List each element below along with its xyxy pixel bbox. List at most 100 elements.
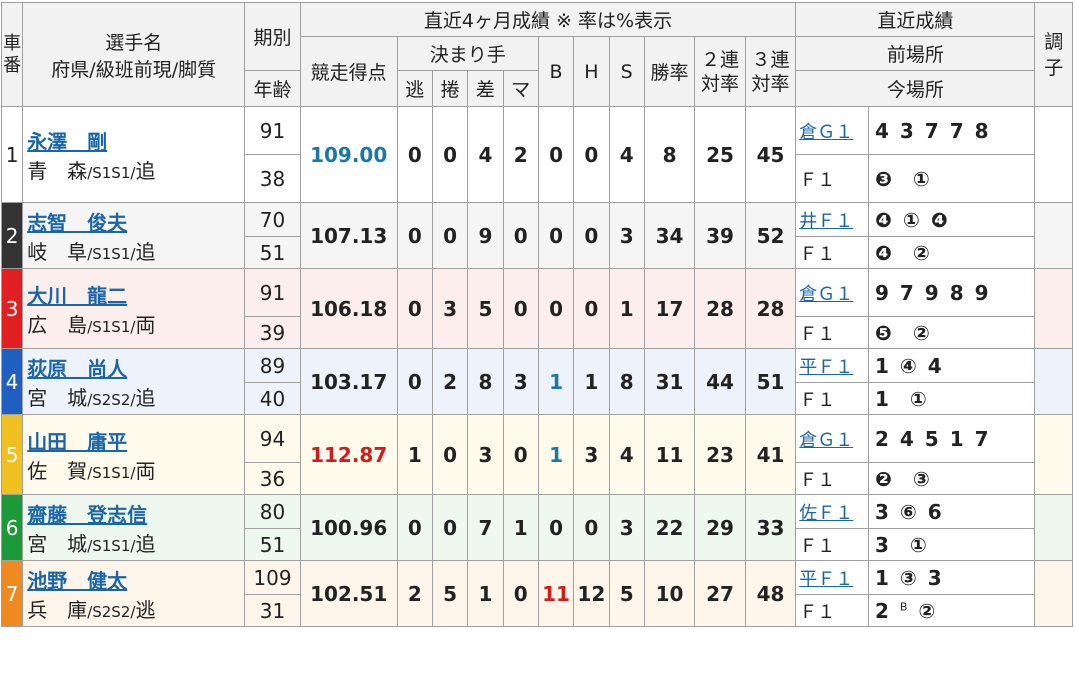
rider-term: 91 xyxy=(244,268,301,317)
rider-name-link[interactable]: 齋藤 登志信 xyxy=(27,499,244,528)
stat-makuri: 0 xyxy=(431,106,469,203)
header-win-rate: 勝率 xyxy=(643,36,696,107)
prev-venue-link[interactable]: 平Ｆ１ xyxy=(799,357,853,378)
prev-result: 3 xyxy=(874,499,890,524)
rider-info: 齋藤 登志信宮 城/S1S1/追 xyxy=(22,494,246,561)
rider-prefecture: 宮 城 xyxy=(27,531,88,556)
this-result: 2B xyxy=(874,598,909,623)
stat-win-rate: 10 xyxy=(643,560,696,627)
prev-result: 6 xyxy=(927,499,943,524)
rider-name-link[interactable]: 永澤 剛 xyxy=(27,126,244,155)
rider-style: 両 xyxy=(135,312,156,337)
rider-prefecture: 宮 城 xyxy=(27,385,88,410)
rider-name-link[interactable]: 大川 龍二 xyxy=(27,280,244,309)
prev-results: 43778 xyxy=(867,106,1036,155)
car-number: 2 xyxy=(0,202,24,269)
result-marker: B xyxy=(899,599,909,613)
rider-points: 109.00 xyxy=(299,106,398,203)
stat-s: 3 xyxy=(608,494,645,561)
stat-rentai3: 41 xyxy=(744,414,797,495)
stat-rentai2: 28 xyxy=(694,268,746,349)
rider-row: 6 齋藤 登志信宮 城/S1S1/追 80 100.96 0 0 7 1 0 0 3 22 29 33 佐Ｆ… xyxy=(0,494,1073,561)
header-rentai3: ３連対率 xyxy=(744,36,797,107)
stat-nige: 2 xyxy=(396,560,433,627)
stat-rentai2: 29 xyxy=(694,494,746,561)
rider-style: 両 xyxy=(135,458,156,483)
condition-cell xyxy=(1034,268,1073,349)
rider-name-link[interactable]: 山田 庸平 xyxy=(27,426,244,455)
rider-table: 車番 選手名 府県/級班前現/脚質 期別 直近4ヶ月成績 ※ 率は%表示 直近成… xyxy=(0,2,1073,627)
header-name-label: 選手名 xyxy=(105,31,163,54)
rider-points: 100.96 xyxy=(299,494,398,561)
stat-b: 1 xyxy=(537,414,575,495)
prev-results: 97989 xyxy=(867,268,1036,317)
prev-venue-link[interactable]: 倉Ｇ１ xyxy=(799,430,853,451)
stat-b: 0 xyxy=(537,202,575,269)
prev-result: ❹ xyxy=(930,207,949,232)
this-result: ❹ xyxy=(874,240,893,265)
stat-h: 0 xyxy=(573,494,610,561)
rider-row: 3 大川 龍二広 島/S1S1/両 91 106.18 0 3 5 0 0 0 1 17 28 28 倉Ｇ１… xyxy=(0,268,1073,349)
prev-venue-link[interactable]: 佐Ｆ１ xyxy=(799,503,853,524)
stat-ma: 0 xyxy=(502,414,539,495)
rider-style: 追 xyxy=(135,239,156,264)
this-results: ❺② xyxy=(867,316,1036,349)
prev-result: 4 xyxy=(899,426,915,451)
rider-name-link[interactable]: 志智 俊夫 xyxy=(27,207,244,236)
prev-result: ⑥ xyxy=(899,499,918,524)
prev-result: 8 xyxy=(949,280,965,305)
condition-cell xyxy=(1034,106,1073,203)
rider-points: 102.51 xyxy=(299,560,398,627)
stat-makuri: 0 xyxy=(431,202,469,269)
stat-b: 0 xyxy=(537,106,575,203)
stat-b: 0 xyxy=(537,494,575,561)
rider-age: 39 xyxy=(244,316,301,349)
rider-info: 池野 健太兵 庫/S2S2/逃 xyxy=(22,560,246,627)
prev-venue-link[interactable]: 倉Ｇ１ xyxy=(799,284,853,305)
prev-results: 1③3 xyxy=(867,560,1036,595)
header-this-venue: 今場所 xyxy=(795,70,1036,107)
rider-row: 1 永澤 剛青 森/S1S1/追 91 109.00 0 0 4 2 0 0 4 8 25 45 倉Ｇ１ 4 3… xyxy=(0,106,1073,203)
rider-term: 89 xyxy=(244,348,301,383)
this-venue: Ｆ１ xyxy=(795,382,869,415)
condition-cell xyxy=(1034,560,1073,627)
stat-s: 4 xyxy=(608,414,645,495)
stat-b: 11 xyxy=(537,560,575,627)
condition-cell xyxy=(1034,414,1073,495)
this-venue: Ｆ１ xyxy=(795,316,869,349)
prev-result: 3 xyxy=(927,565,943,590)
header-h: H xyxy=(573,36,610,107)
rider-age: 40 xyxy=(244,382,301,415)
stat-ma: 0 xyxy=(502,268,539,349)
stat-nige: 0 xyxy=(396,348,433,415)
prev-result: 7 xyxy=(974,426,990,451)
this-result: ① xyxy=(909,532,928,557)
stat-makuri: 0 xyxy=(431,414,469,495)
header-sashi: 差 xyxy=(467,70,504,107)
rider-name-link[interactable]: 池野 健太 xyxy=(27,565,244,594)
car-number: 4 xyxy=(0,348,24,415)
rider-age: 51 xyxy=(244,528,301,561)
stat-nige: 1 xyxy=(396,414,433,495)
prev-venue-link[interactable]: 井Ｆ１ xyxy=(799,211,853,232)
stat-s: 8 xyxy=(608,348,645,415)
rider-prefecture: 岐 阜 xyxy=(27,239,88,264)
stat-sashi: 5 xyxy=(467,268,504,349)
prev-results: ❹①❹ xyxy=(867,202,1036,237)
rider-row: 5 山田 庸平佐 賀/S1S1/両 94 112.87 1 0 3 0 1 3 4 11 23 41 倉Ｇ１… xyxy=(0,414,1073,495)
header-b: B xyxy=(537,36,575,107)
rider-points: 103.17 xyxy=(299,348,398,415)
prev-result: 7 xyxy=(899,280,915,305)
stat-ma: 2 xyxy=(502,106,539,203)
rider-age: 38 xyxy=(244,154,301,203)
prev-result: 4 xyxy=(874,118,890,143)
stat-sashi: 3 xyxy=(467,414,504,495)
this-result: ② xyxy=(918,598,937,623)
prev-venue-link[interactable]: 平Ｆ１ xyxy=(799,569,853,590)
header-points: 競走得点 xyxy=(299,36,398,107)
stat-win-rate: 11 xyxy=(643,414,696,495)
prev-venue-link[interactable]: 倉Ｇ１ xyxy=(799,122,853,143)
stat-win-rate: 34 xyxy=(643,202,696,269)
rider-name-link[interactable]: 荻原 尚人 xyxy=(27,353,244,382)
stat-sashi: 4 xyxy=(467,106,504,203)
